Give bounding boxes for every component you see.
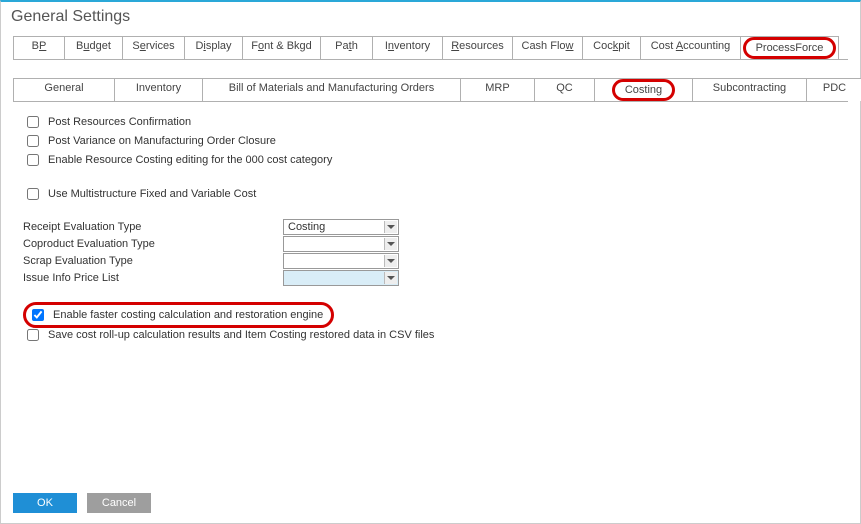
tab-cost-accounting[interactable]: Cost Accounting bbox=[641, 36, 741, 59]
chevron-down-icon bbox=[384, 221, 397, 233]
general-settings-window: General Settings BP Budget Services Disp… bbox=[0, 0, 861, 524]
chevron-down-icon bbox=[384, 255, 397, 267]
checkbox-save-csv[interactable] bbox=[27, 329, 39, 341]
checkbox-label: Post Resources Confirmation bbox=[48, 116, 191, 128]
checkbox-multistructure[interactable] bbox=[27, 188, 39, 200]
check-post-variance: Post Variance on Manufacturing Order Clo… bbox=[23, 132, 838, 150]
subtab-pdc[interactable]: PDC bbox=[807, 78, 861, 101]
subtab-mrp[interactable]: MRP bbox=[461, 78, 535, 101]
label-receipt-eval: Receipt Evaluation Type bbox=[23, 221, 283, 233]
top-tab-row: BP Budget Services Display Font & Bkgd P… bbox=[13, 36, 848, 60]
checkbox-post-variance[interactable] bbox=[27, 135, 39, 147]
select-issue-info[interactable] bbox=[283, 270, 399, 286]
tab-cockpit[interactable]: Cockpit bbox=[583, 36, 641, 59]
tab-display[interactable]: Display bbox=[185, 36, 243, 59]
tab-cash-flow[interactable]: Cash Flow bbox=[513, 36, 583, 59]
tab-font-bkgd[interactable]: Font & Bkgd bbox=[243, 36, 321, 59]
tab-path[interactable]: Path bbox=[321, 36, 373, 59]
select-value: Costing bbox=[288, 221, 325, 233]
select-receipt-eval[interactable]: Costing bbox=[283, 219, 399, 235]
row-coproduct-eval: Coproduct Evaluation Type bbox=[23, 236, 838, 252]
checkbox-label: Enable Resource Costing editing for the … bbox=[48, 154, 332, 166]
check-enable-resource-costing: Enable Resource Costing editing for the … bbox=[23, 151, 838, 169]
label-coproduct-eval: Coproduct Evaluation Type bbox=[23, 238, 283, 250]
cancel-button[interactable]: Cancel bbox=[87, 493, 151, 513]
subtab-inventory[interactable]: Inventory bbox=[115, 78, 203, 101]
checkbox-label: Enable faster costing calculation and re… bbox=[53, 309, 323, 321]
checkbox-label: Use Multistructure Fixed and Variable Co… bbox=[48, 188, 256, 200]
tab-bp[interactable]: BP bbox=[13, 36, 65, 59]
tab-budget[interactable]: Budget bbox=[65, 36, 123, 59]
subtab-general[interactable]: General bbox=[13, 78, 115, 101]
subtab-costing[interactable]: Costing bbox=[595, 78, 693, 101]
check-enable-faster-costing: Enable faster costing calculation and re… bbox=[23, 302, 838, 328]
tab-processforce[interactable]: ProcessForce bbox=[741, 36, 839, 59]
select-coproduct-eval[interactable] bbox=[283, 236, 399, 252]
tab-services[interactable]: Services bbox=[123, 36, 185, 59]
tab-resources[interactable]: Resources bbox=[443, 36, 513, 59]
check-post-resources: Post Resources Confirmation bbox=[23, 113, 838, 131]
row-issue-info: Issue Info Price List bbox=[23, 270, 838, 286]
content-area: Post Resources Confirmation Post Varianc… bbox=[1, 102, 860, 344]
checkbox-label: Post Variance on Manufacturing Order Clo… bbox=[48, 135, 276, 147]
tab-inventory[interactable]: Inventory bbox=[373, 36, 443, 59]
sub-tab-row: General Inventory Bill of Materials and … bbox=[13, 78, 848, 102]
chevron-down-icon bbox=[384, 238, 397, 250]
row-scrap-eval: Scrap Evaluation Type bbox=[23, 253, 838, 269]
label-issue-info: Issue Info Price List bbox=[23, 272, 283, 284]
check-save-csv: Save cost roll-up calculation results an… bbox=[23, 326, 838, 344]
checkbox-label: Save cost roll-up calculation results an… bbox=[48, 329, 434, 341]
select-scrap-eval[interactable] bbox=[283, 253, 399, 269]
chevron-down-icon bbox=[384, 272, 397, 284]
checkbox-post-resources[interactable] bbox=[27, 116, 39, 128]
highlight-oval: Enable faster costing calculation and re… bbox=[23, 302, 334, 328]
subtab-qc[interactable]: QC bbox=[535, 78, 595, 101]
checkbox-enable-resource-costing[interactable] bbox=[27, 154, 39, 166]
checkbox-enable-faster-costing[interactable] bbox=[32, 309, 44, 321]
subtab-bom[interactable]: Bill of Materials and Manufacturing Orde… bbox=[203, 78, 461, 101]
label-scrap-eval: Scrap Evaluation Type bbox=[23, 255, 283, 267]
subtab-subcontracting[interactable]: Subcontracting bbox=[693, 78, 807, 101]
footer-buttons: OK Cancel bbox=[13, 493, 151, 513]
window-title: General Settings bbox=[1, 2, 860, 36]
row-receipt-eval: Receipt Evaluation Type Costing bbox=[23, 219, 838, 235]
ok-button[interactable]: OK bbox=[13, 493, 77, 513]
check-multistructure: Use Multistructure Fixed and Variable Co… bbox=[23, 185, 838, 203]
